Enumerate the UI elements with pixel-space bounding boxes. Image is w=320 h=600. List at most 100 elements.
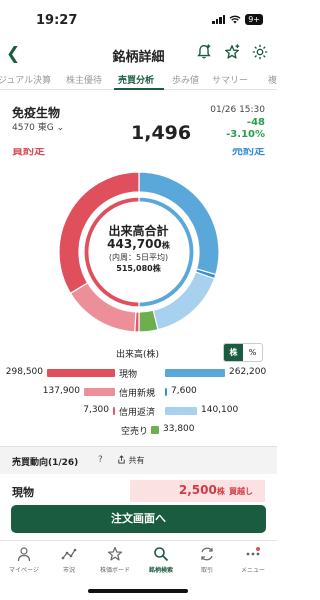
status-icons: 9+ bbox=[212, 14, 263, 25]
bottom-nav-label: 市況 bbox=[62, 567, 75, 574]
tab-shareholder-benefits[interactable]: 株主優待 bbox=[66, 73, 102, 86]
buy-volume-bar bbox=[113, 407, 115, 415]
stock-code-number: 4570 bbox=[12, 123, 35, 133]
star-icon bbox=[107, 546, 123, 561]
bottom-nav-market[interactable]: 市況 bbox=[46, 546, 92, 574]
five-day-average-unit: 株 bbox=[152, 264, 161, 273]
bottom-nav-label: メニュー bbox=[240, 567, 265, 574]
bottom-nav-label: 銘柄検索 bbox=[148, 567, 173, 574]
volume-donut-chart: 買約定 売約定 出来高合計 443,700株 (内周：5日平均) 515,080… bbox=[0, 148, 277, 338]
trade-trend-title: 売買動向(1/26) bbox=[12, 458, 79, 468]
buy-volume-value: 137,900 bbox=[42, 386, 80, 396]
tab-bar: ジュアル決算 株主優待 売買分析 歩み値 サマリー 複 bbox=[0, 70, 277, 90]
net-volume-unit: 株 bbox=[216, 487, 225, 496]
tab-active-indicator bbox=[114, 88, 164, 90]
stock-name: 免疫生物 bbox=[12, 106, 61, 120]
bottom-nav-board[interactable]: 株価ボード bbox=[92, 546, 138, 574]
five-day-average: 515,080株 bbox=[0, 263, 277, 274]
volume-header: 出来高(株) 株 % bbox=[0, 343, 277, 363]
signal-icon bbox=[212, 15, 226, 24]
market-selector[interactable]: 東G ⌄ bbox=[38, 123, 64, 133]
volume-label: 出来高(株) bbox=[116, 350, 160, 360]
sell-volume-value: 7,600 bbox=[171, 386, 197, 396]
volume-category: 空売り bbox=[121, 427, 149, 437]
tab-trade-analysis[interactable]: 売買分析 bbox=[118, 73, 154, 86]
sell-volume-value: 262,200 bbox=[229, 367, 267, 377]
volume-row: 空売り 33,800 bbox=[0, 423, 277, 437]
bottom-nav-trade[interactable]: 取引 bbox=[184, 546, 230, 574]
donut-center-total: 443,700株 bbox=[0, 237, 277, 251]
volume-category: 現物 bbox=[119, 370, 138, 380]
order-screen-button[interactable]: 注文画面へ bbox=[11, 505, 266, 533]
tab-more[interactable]: 複 bbox=[268, 73, 277, 86]
buy-volume-value: 7,300 bbox=[83, 405, 109, 415]
wifi-icon bbox=[229, 15, 241, 24]
price-change: -48 bbox=[246, 117, 265, 128]
bottom-nav-label: 取引 bbox=[200, 567, 213, 574]
sell-volume-value: 33,800 bbox=[163, 424, 195, 434]
buy-volume-value: 298,500 bbox=[5, 367, 43, 377]
market-icon bbox=[61, 548, 77, 560]
donut-inner-note: (内周：5日平均) bbox=[108, 253, 169, 262]
status-time: 19:27 bbox=[36, 13, 78, 28]
sell-volume-bar bbox=[165, 388, 167, 396]
settings-gear-icon[interactable] bbox=[251, 43, 269, 61]
share-button[interactable]: 共有 bbox=[117, 455, 145, 466]
person-icon bbox=[17, 547, 31, 562]
trade-icon bbox=[201, 547, 213, 561]
bell-add-icon[interactable] bbox=[195, 43, 213, 61]
bottom-nav-menu[interactable]: メニュー bbox=[230, 546, 276, 574]
bottom-nav-search[interactable]: 銘柄検索 bbox=[138, 546, 184, 574]
volume-row: 現物 298,500 262,200 bbox=[0, 366, 277, 380]
market-label: 東G bbox=[37, 123, 54, 133]
buy-volume-bar bbox=[84, 388, 115, 396]
unit-toggle: 株 % bbox=[223, 343, 263, 362]
price-timestamp: 01/26 15:30 bbox=[210, 105, 265, 115]
cash-trade-row: 現物 2,500株 買越し bbox=[0, 480, 277, 502]
net-volume: 2,500 bbox=[178, 483, 217, 497]
volume-category: 信用返済 bbox=[119, 408, 156, 418]
volume-category: 信用新規 bbox=[119, 389, 156, 399]
sell-volume-bar bbox=[165, 369, 225, 377]
tab-visual-earnings[interactable]: ジュアル決算 bbox=[0, 73, 51, 86]
volume-row: 信用新規 137,900 7,600 bbox=[0, 385, 277, 399]
cash-trade-label: 現物 bbox=[12, 486, 34, 499]
net-direction: 買越し bbox=[229, 487, 253, 496]
bottom-nav: マイページ 市況 株価ボード 銘柄検索 取引 メニュー bbox=[0, 540, 277, 600]
stock-code: 4570 東G ⌄ bbox=[12, 120, 64, 133]
status-bar: 19:27 9+ bbox=[0, 0, 277, 40]
sell-volume-bar bbox=[165, 407, 197, 415]
bottom-nav-label: マイページ bbox=[9, 567, 39, 574]
bottom-nav-mypage[interactable]: マイページ bbox=[1, 546, 47, 574]
tab-tick-history[interactable]: 歩み値 bbox=[172, 73, 199, 86]
cash-trade-box: 2,500株 買越し bbox=[130, 480, 265, 502]
total-volume: 443,700 bbox=[107, 237, 162, 251]
chevron-down-icon: ⌄ bbox=[56, 123, 65, 133]
total-volume-unit: 株 bbox=[161, 241, 170, 250]
menu-icon bbox=[246, 547, 260, 556]
share-icon bbox=[118, 455, 125, 464]
stock-header: 免疫生物 4570 東G ⌄ 1,496 01/26 15:30 -48 -3.… bbox=[0, 100, 277, 146]
help-icon[interactable]: ? bbox=[98, 455, 103, 465]
volume-row: 信用返済 7,300 140,100 bbox=[0, 404, 277, 418]
stock-price: 1,496 bbox=[131, 122, 192, 144]
trade-trend-header: 売買動向(1/26) ? 共有 bbox=[0, 446, 277, 474]
sell-label: 売約定 bbox=[232, 148, 265, 157]
home-indicator bbox=[88, 589, 188, 593]
sell-volume-bar bbox=[151, 426, 160, 434]
price-change-percent: -3.10% bbox=[226, 129, 265, 140]
star-add-icon[interactable] bbox=[223, 43, 241, 61]
buy-volume-bar bbox=[47, 369, 115, 377]
buy-label: 買約定 bbox=[12, 148, 45, 157]
sell-volume-value: 140,100 bbox=[201, 405, 239, 415]
cash-trade-value: 2,500株 買越し bbox=[179, 483, 253, 497]
unit-shares-button[interactable]: 株 bbox=[224, 344, 243, 361]
tab-summary[interactable]: サマリー bbox=[212, 73, 248, 86]
battery-indicator: 9+ bbox=[245, 14, 263, 25]
five-day-average-value: 515,080 bbox=[116, 264, 153, 273]
share-label: 共有 bbox=[128, 456, 145, 465]
bottom-nav-label: 株価ボード bbox=[99, 567, 130, 574]
donut-buy-slice-2 bbox=[134, 311, 140, 333]
unit-percent-button[interactable]: % bbox=[243, 344, 262, 361]
nav-bar: ❮ 銘柄詳細 bbox=[0, 40, 277, 68]
